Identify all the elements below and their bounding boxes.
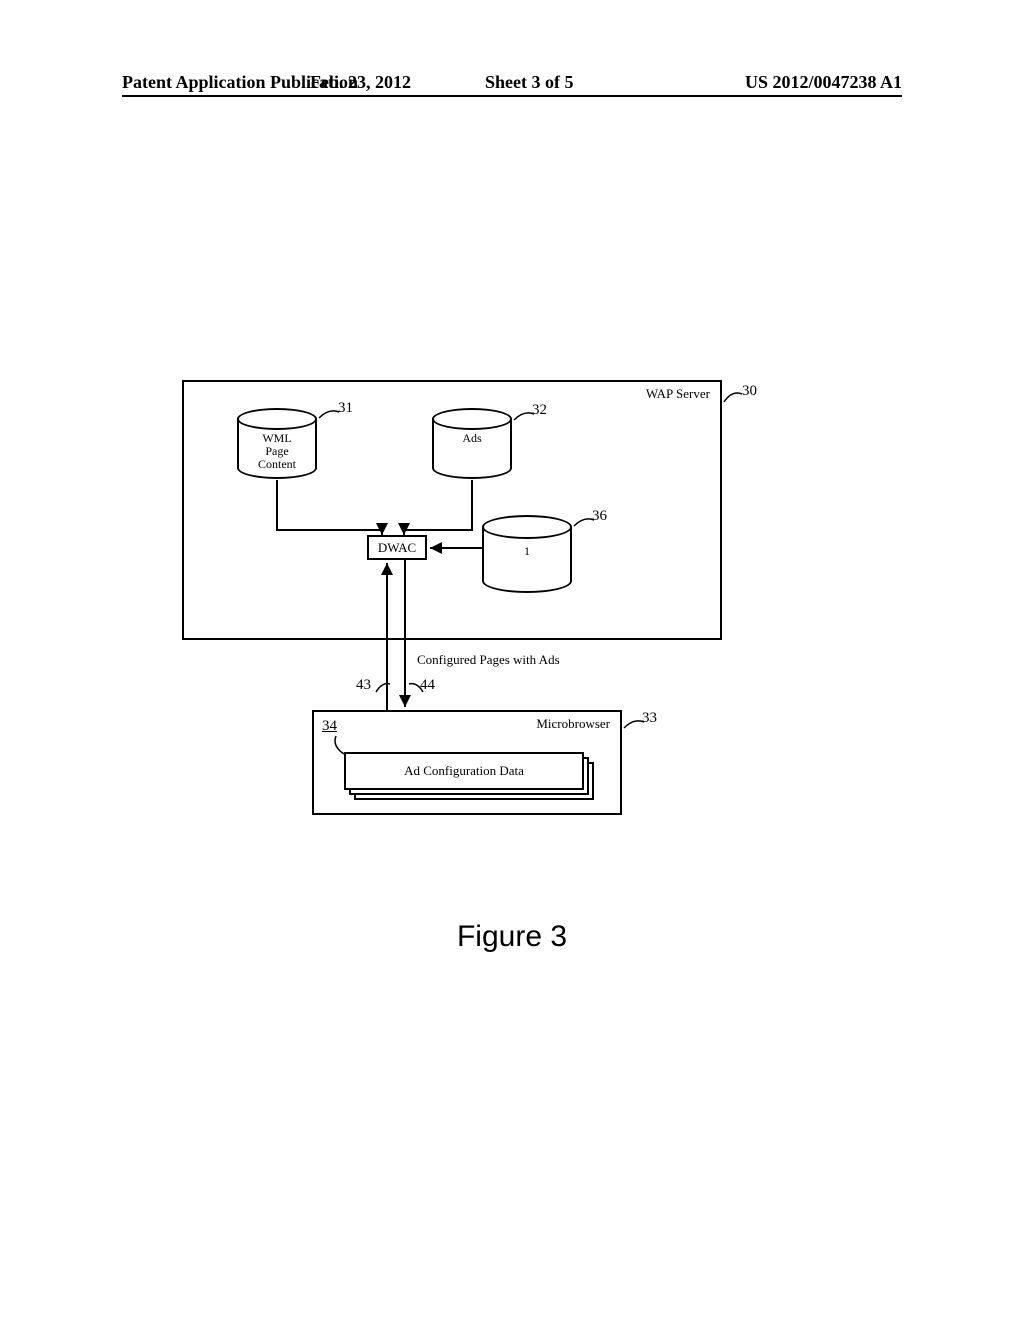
database-ads: Ads bbox=[432, 408, 512, 480]
database-ads-label: Ads bbox=[432, 432, 512, 445]
database-rules: 1 bbox=[482, 515, 572, 595]
lead-43 bbox=[374, 682, 394, 701]
ref-43: 43 bbox=[356, 677, 371, 694]
database-rules-label: 1 bbox=[482, 545, 572, 558]
database-wml-content: WML Page Content bbox=[237, 408, 317, 480]
ad-config-data-stack: Ad Configuration Data bbox=[344, 752, 594, 797]
lead-30 bbox=[722, 390, 746, 409]
lead-33 bbox=[622, 718, 648, 737]
publication-number: US 2012/0047238 A1 bbox=[745, 72, 902, 93]
lead-32 bbox=[512, 410, 538, 429]
ref-34: 34 bbox=[322, 718, 337, 735]
lead-31 bbox=[317, 408, 343, 427]
lead-34 bbox=[332, 734, 352, 763]
lead-44 bbox=[407, 682, 427, 701]
page-header: Patent Application Publication Feb. 23, … bbox=[0, 72, 1024, 97]
arrow-rules-to-dwac bbox=[427, 540, 487, 565]
dwac-box: DWAC bbox=[367, 535, 427, 560]
figure-diagram: WAP Server WML Page Content Ads 1 DWAC bbox=[182, 380, 722, 850]
response-message-label: Configured Pages with Ads bbox=[417, 652, 560, 668]
dwac-label: DWAC bbox=[378, 540, 416, 555]
wap-server-label: WAP Server bbox=[646, 386, 710, 402]
lead-36 bbox=[572, 516, 598, 535]
sheet-number: Sheet 3 of 5 bbox=[485, 72, 574, 93]
microbrowser-label: Microbrowser bbox=[536, 716, 610, 732]
publication-date: Feb. 23, 2012 bbox=[310, 72, 411, 93]
microbrowser-box: Microbrowser Ad Configuration Data bbox=[312, 710, 622, 815]
database-wml-label: WML Page Content bbox=[237, 432, 317, 472]
ad-config-data-label: Ad Configuration Data bbox=[344, 752, 584, 790]
figure-caption: Figure 3 bbox=[0, 920, 1024, 954]
